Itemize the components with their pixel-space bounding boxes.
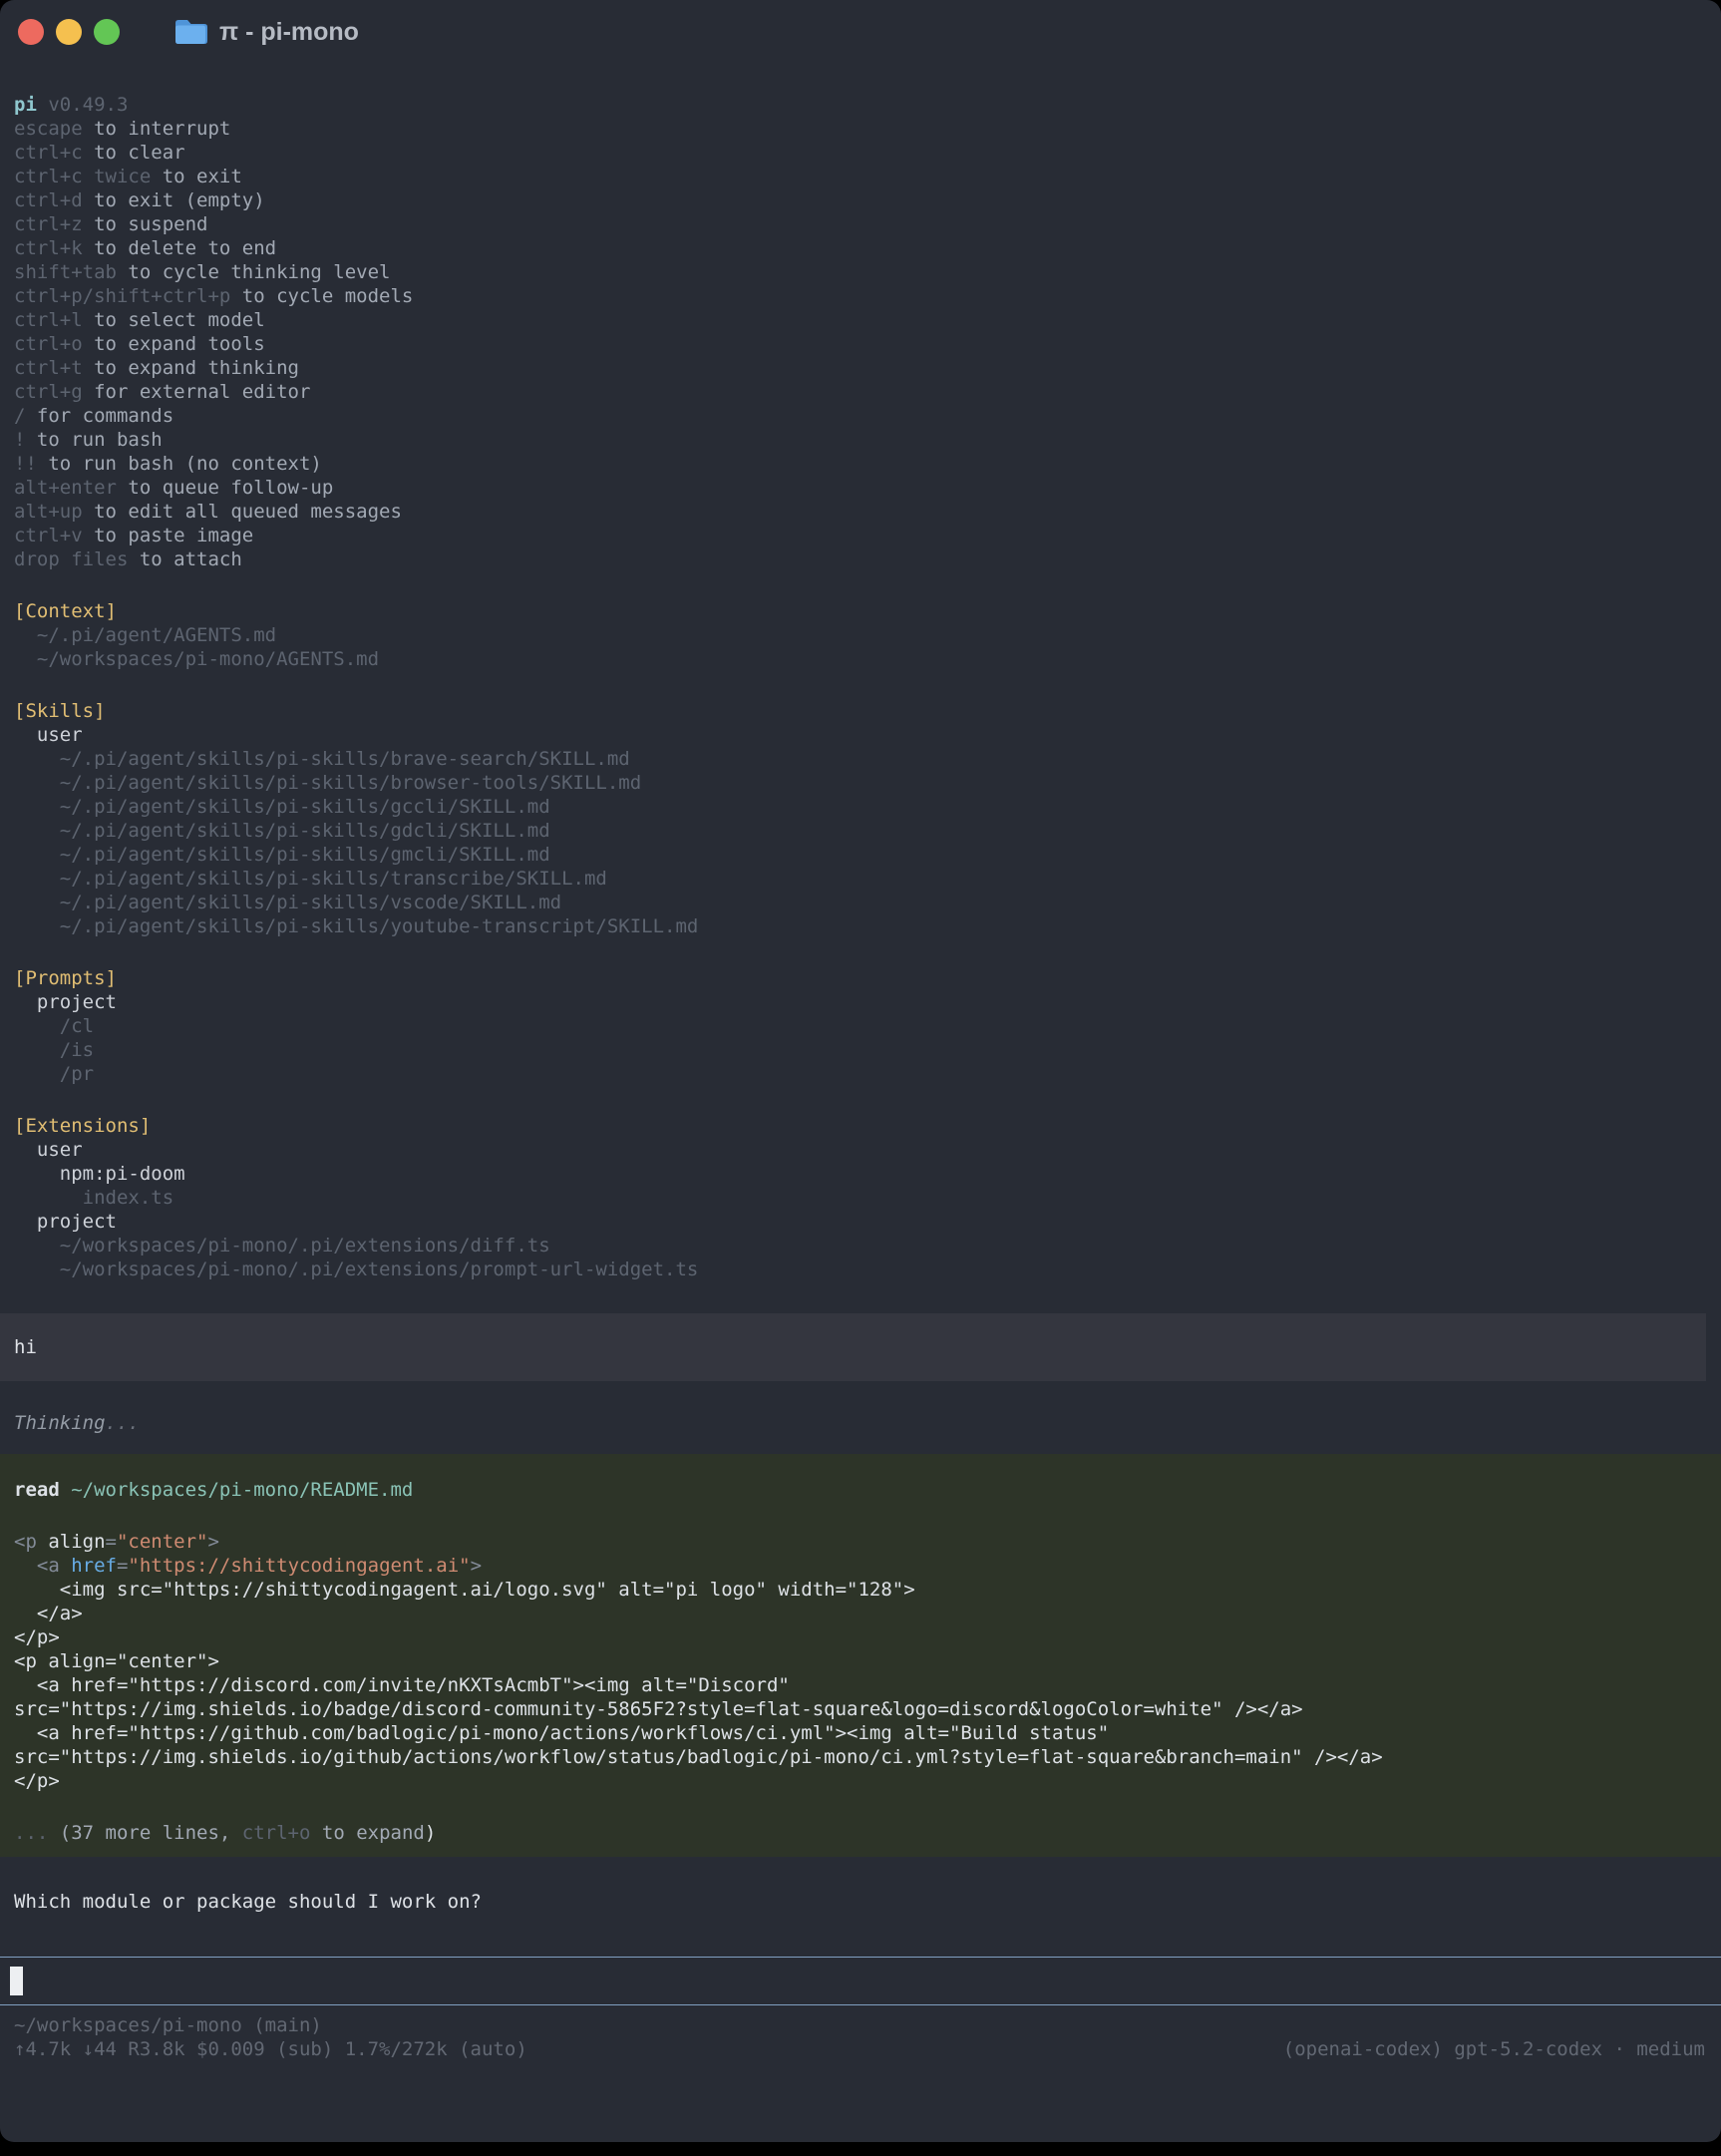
terminal-line: alt+enter to queue follow-up bbox=[0, 476, 1721, 500]
assistant-message: Which module or package should I work on… bbox=[0, 1890, 1721, 1914]
terminal-blank-line bbox=[0, 671, 1721, 699]
terminal-line: /cl bbox=[0, 1014, 1721, 1038]
terminal-line: / for commands bbox=[0, 404, 1721, 428]
terminal-line: ~/.pi/agent/skills/pi-skills/gdcli/SKILL… bbox=[0, 819, 1721, 843]
thinking-indicator: Thinking... bbox=[0, 1411, 1721, 1435]
thinking-dots: ... bbox=[106, 1412, 140, 1434]
terminal-line: ctrl+d to exit (empty) bbox=[0, 188, 1721, 212]
terminal-line: ctrl+c twice to exit bbox=[0, 165, 1721, 188]
minimize-button[interactable] bbox=[56, 19, 82, 45]
terminal-blank-line bbox=[0, 1502, 1721, 1530]
terminal-line: <a href="https://github.com/badlogic/pi-… bbox=[0, 1721, 1721, 1745]
terminal-line: ctrl+l to select model bbox=[0, 308, 1721, 332]
startup-info: pi v0.49.3escape to interruptctrl+c to c… bbox=[0, 93, 1721, 1281]
terminal-line: [Prompts] bbox=[0, 966, 1721, 990]
status-row: ↑4.7k ↓44 R3.8k $0.009 (sub) 1.7%/272k (… bbox=[14, 2037, 1705, 2061]
terminal-line: <a href="https://discord.com/invite/nKXT… bbox=[0, 1673, 1721, 1697]
terminal-line: pi v0.49.3 bbox=[0, 93, 1721, 117]
terminal-blank-line bbox=[0, 938, 1721, 966]
terminal-line: ctrl+z to suspend bbox=[0, 212, 1721, 236]
terminal-line: user bbox=[0, 723, 1721, 747]
terminal-content: pi v0.49.3escape to interruptctrl+c to c… bbox=[0, 64, 1721, 2061]
terminal-line: project bbox=[0, 1210, 1721, 1234]
terminal-line: escape to interrupt bbox=[0, 117, 1721, 141]
terminal-line: <a href="https://shittycodingagent.ai"> bbox=[0, 1554, 1721, 1578]
terminal-line: ~/.pi/agent/skills/pi-skills/browser-too… bbox=[0, 771, 1721, 795]
terminal-line: ctrl+c to clear bbox=[0, 141, 1721, 165]
terminal-line: <p align="center"> bbox=[0, 1649, 1721, 1673]
thinking-label: Thinking bbox=[14, 1412, 106, 1434]
close-button[interactable] bbox=[18, 19, 44, 45]
terminal-line: [Extensions] bbox=[0, 1114, 1721, 1138]
user-message-box: hi bbox=[0, 1313, 1706, 1381]
terminal-line: ctrl+p/shift+ctrl+p to cycle models bbox=[0, 284, 1721, 308]
terminal-line: drop files to attach bbox=[0, 547, 1721, 571]
terminal-line: index.ts bbox=[0, 1186, 1721, 1210]
terminal-line: ctrl+t to expand thinking bbox=[0, 356, 1721, 380]
terminal-line: <p align="center"> bbox=[0, 1530, 1721, 1554]
titlebar: π - pi-mono bbox=[0, 0, 1721, 64]
terminal-line: ~/.pi/agent/AGENTS.md bbox=[0, 623, 1721, 647]
terminal-line: shift+tab to cycle thinking level bbox=[0, 260, 1721, 284]
terminal-line: ctrl+k to delete to end bbox=[0, 236, 1721, 260]
workdir-status: ~/workspaces/pi-mono (main) bbox=[14, 2013, 1705, 2037]
terminal-line: !! to run bash (no context) bbox=[0, 452, 1721, 476]
terminal-line: </a> bbox=[0, 1602, 1721, 1625]
terminal-line: ~/workspaces/pi-mono/.pi/extensions/diff… bbox=[0, 1234, 1721, 1258]
status-bar: ~/workspaces/pi-mono (main) ↑4.7k ↓44 R3… bbox=[0, 2005, 1721, 2061]
terminal-line: ~/workspaces/pi-mono/AGENTS.md bbox=[0, 647, 1721, 671]
terminal-line: ~/.pi/agent/skills/pi-skills/vscode/SKIL… bbox=[0, 891, 1721, 914]
terminal-line: src="https://img.shields.io/github/actio… bbox=[0, 1745, 1721, 1769]
folder-icon bbox=[173, 18, 207, 46]
terminal-line: </p> bbox=[0, 1625, 1721, 1649]
terminal-line: <img src="https://shittycodingagent.ai/l… bbox=[0, 1578, 1721, 1602]
terminal-line: ~/.pi/agent/skills/pi-skills/brave-searc… bbox=[0, 747, 1721, 771]
maximize-button[interactable] bbox=[94, 19, 120, 45]
terminal-line: read ~/workspaces/pi-mono/README.md bbox=[0, 1478, 1721, 1502]
terminal-window: π - pi-mono pi v0.49.3escape to interrup… bbox=[0, 0, 1721, 2142]
terminal-blank-line bbox=[0, 1793, 1721, 1821]
terminal-line: ctrl+o to expand tools bbox=[0, 332, 1721, 356]
terminal-line: /pr bbox=[0, 1062, 1721, 1086]
terminal-line: ~/workspaces/pi-mono/.pi/extensions/prom… bbox=[0, 1258, 1721, 1281]
window-title: π - pi-mono bbox=[219, 18, 359, 47]
model-info: (openai-codex) gpt-5.2-codex · medium bbox=[1283, 2037, 1705, 2061]
terminal-line: [Skills] bbox=[0, 699, 1721, 723]
terminal-blank-line bbox=[0, 571, 1721, 599]
terminal-line: [Context] bbox=[0, 599, 1721, 623]
user-message-text: hi bbox=[0, 1335, 1706, 1359]
terminal-line: ctrl+g for external editor bbox=[0, 380, 1721, 404]
text-cursor bbox=[10, 1967, 23, 1995]
terminal-line: /is bbox=[0, 1038, 1721, 1062]
terminal-line: ctrl+v to paste image bbox=[0, 524, 1721, 547]
terminal-line: user bbox=[0, 1138, 1721, 1162]
terminal-line: ! to run bash bbox=[0, 428, 1721, 452]
terminal-line: </p> bbox=[0, 1769, 1721, 1793]
token-stats: ↑4.7k ↓44 R3.8k $0.009 (sub) 1.7%/272k (… bbox=[14, 2037, 527, 2061]
terminal-line: ~/.pi/agent/skills/pi-skills/gmcli/SKILL… bbox=[0, 843, 1721, 867]
terminal-line: npm:pi-doom bbox=[0, 1162, 1721, 1186]
tool-output-block: read ~/workspaces/pi-mono/README.md <p al… bbox=[0, 1454, 1721, 1857]
traffic-lights bbox=[18, 19, 132, 45]
terminal-line: src="https://img.shields.io/badge/discor… bbox=[0, 1697, 1721, 1721]
terminal-line: ~/.pi/agent/skills/pi-skills/transcribe/… bbox=[0, 867, 1721, 891]
terminal-line: ... (37 more lines, ctrl+o to expand) bbox=[0, 1821, 1721, 1845]
terminal-line: alt+up to edit all queued messages bbox=[0, 500, 1721, 524]
terminal-line: ~/.pi/agent/skills/pi-skills/youtube-tra… bbox=[0, 914, 1721, 938]
terminal-line: project bbox=[0, 990, 1721, 1014]
title-group: π - pi-mono bbox=[173, 18, 359, 47]
terminal-blank-line bbox=[0, 1086, 1721, 1114]
terminal-line: ~/.pi/agent/skills/pi-skills/gccli/SKILL… bbox=[0, 795, 1721, 819]
prompt-input[interactable] bbox=[0, 1958, 1721, 2004]
